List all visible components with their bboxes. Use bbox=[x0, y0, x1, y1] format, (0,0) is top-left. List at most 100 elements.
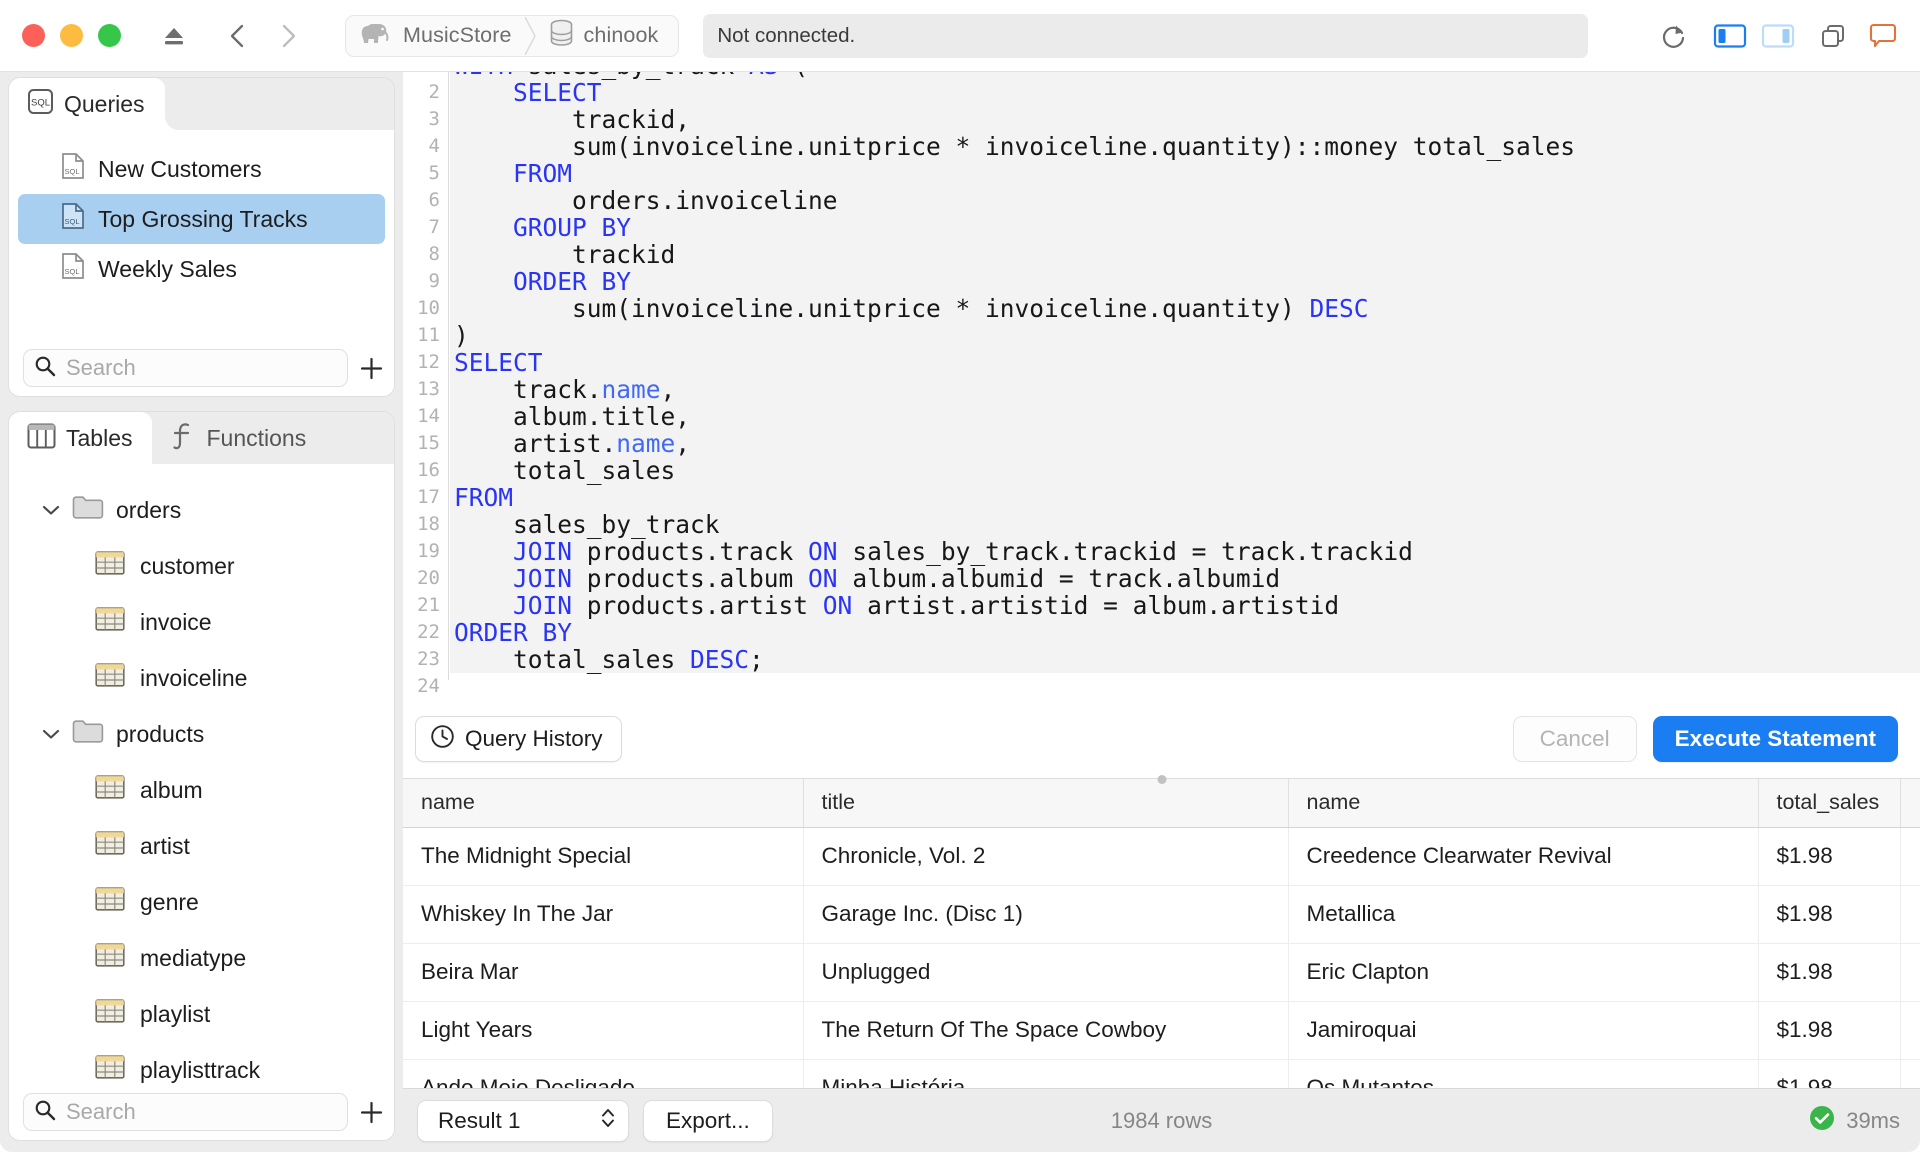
code-line[interactable]: GROUP BY bbox=[450, 214, 1920, 241]
tab-functions[interactable]: Functions bbox=[152, 412, 327, 464]
table-cell[interactable]: The Return Of The Space Cowboy bbox=[803, 1001, 1289, 1060]
query-history-button[interactable]: Query History bbox=[415, 716, 622, 762]
code-line[interactable]: ORDER BY bbox=[450, 619, 1920, 646]
table-cell[interactable]: $1.98 bbox=[1758, 827, 1901, 886]
tree-table-customer[interactable]: customer bbox=[9, 538, 394, 594]
tree-table-mediatype[interactable]: mediatype bbox=[9, 930, 394, 986]
export-button[interactable]: Export... bbox=[643, 1099, 773, 1142]
breadcrumb-item-server[interactable]: MusicStore bbox=[360, 15, 516, 57]
table-cell[interactable]: Light Years bbox=[403, 1001, 804, 1060]
table-cell[interactable]: Whiskey In The Jar bbox=[403, 885, 804, 944]
left-sidebar-toggle-icon[interactable] bbox=[1707, 13, 1753, 59]
tree-table-artist[interactable]: artist bbox=[9, 818, 394, 874]
queries-panel: SQL Queries SQL New Customers SQL Top Gr… bbox=[9, 78, 394, 396]
table-cell[interactable]: Chronicle, Vol. 2 bbox=[803, 827, 1289, 886]
back-button[interactable] bbox=[215, 13, 261, 59]
code-line[interactable]: orders.invoiceline bbox=[450, 187, 1920, 214]
right-sidebar-toggle-icon[interactable] bbox=[1755, 13, 1801, 59]
tree-table-playlist[interactable]: playlist bbox=[9, 986, 394, 1042]
tree-table-playlisttrack[interactable]: playlisttrack bbox=[9, 1042, 394, 1098]
zoom-window-button[interactable] bbox=[98, 24, 121, 47]
code-line[interactable]: sum(invoiceline.unitprice * invoiceline.… bbox=[450, 133, 1920, 160]
tab-tables[interactable]: Tables bbox=[9, 412, 168, 464]
sql-editor[interactable]: 123456789101112131415161718192021222324 … bbox=[403, 72, 1920, 700]
table-cell-spacer bbox=[1900, 943, 1920, 1002]
close-window-button[interactable] bbox=[22, 24, 45, 47]
table-cell[interactable]: The Midnight Special bbox=[403, 827, 804, 886]
tree-table-label: invoice bbox=[140, 608, 212, 635]
comment-icon[interactable] bbox=[1860, 13, 1906, 59]
minimize-window-button[interactable] bbox=[60, 24, 83, 47]
connection-status-bar[interactable]: Not connected. bbox=[703, 13, 1589, 58]
queries-search-input[interactable]: Search bbox=[23, 349, 348, 387]
duplicate-window-icon[interactable] bbox=[1811, 13, 1857, 59]
eject-icon[interactable] bbox=[151, 13, 197, 59]
table-cell[interactable]: Eric Clapton bbox=[1288, 943, 1759, 1002]
table-cell[interactable]: $1.98 bbox=[1758, 943, 1901, 1002]
code-line[interactable]: sum(invoiceline.unitprice * invoiceline.… bbox=[450, 295, 1920, 322]
table-cell[interactable]: Beira Mar bbox=[403, 943, 804, 1002]
table-cell[interactable]: Creedence Clearwater Revival bbox=[1288, 827, 1759, 886]
code-line[interactable] bbox=[450, 673, 1920, 700]
tree-table-invoiceline[interactable]: invoiceline bbox=[9, 650, 394, 706]
code-line[interactable]: trackid bbox=[450, 241, 1920, 268]
code-line[interactable]: JOIN products.track ON sales_by_track.tr… bbox=[450, 538, 1920, 565]
column-header-title[interactable]: title bbox=[803, 779, 1289, 828]
elephant-icon bbox=[360, 20, 394, 51]
code-line[interactable]: artist.name, bbox=[450, 430, 1920, 457]
split-divider-handle[interactable] bbox=[1139, 771, 1185, 787]
code-line[interactable]: total_sales bbox=[450, 457, 1920, 484]
line-number: 9 bbox=[428, 270, 440, 292]
table-cell[interactable]: Metallica bbox=[1288, 885, 1759, 944]
table-cell[interactable]: Unplugged bbox=[803, 943, 1289, 1002]
tab-queries[interactable]: SQL Queries bbox=[9, 78, 179, 130]
code-line[interactable]: track.name, bbox=[450, 376, 1920, 403]
tree-table-album[interactable]: album bbox=[9, 762, 394, 818]
table-row[interactable]: The Midnight Special Chronicle, Vol. 2 Cre… bbox=[403, 827, 1920, 886]
query-item-new-customers[interactable]: SQL New Customers bbox=[18, 144, 385, 194]
table-cell[interactable]: Jamiroquai bbox=[1288, 1001, 1759, 1060]
column-header-name-artist[interactable]: name bbox=[1288, 779, 1759, 828]
query-item-weekly-sales[interactable]: SQL Weekly Sales bbox=[18, 244, 385, 294]
column-header-total-sales[interactable]: total_sales bbox=[1758, 779, 1901, 828]
table-row[interactable]: Whiskey In The Jar Garage Inc. (Disc 1) Me… bbox=[403, 885, 1920, 944]
chevron-down-icon[interactable] bbox=[42, 728, 60, 740]
code-line[interactable]: SELECT bbox=[450, 79, 1920, 106]
table-cell[interactable]: $1.98 bbox=[1758, 1001, 1901, 1060]
refresh-icon[interactable] bbox=[1651, 13, 1697, 59]
breadcrumb-item-database[interactable]: chinook bbox=[548, 15, 663, 57]
code-line[interactable]: total_sales DESC; bbox=[450, 646, 1920, 673]
code-line[interactable]: ORDER BY bbox=[450, 268, 1920, 295]
code-line[interactable]: JOIN products.artist ON artist.artistid … bbox=[450, 592, 1920, 619]
query-item-top-grossing-tracks[interactable]: SQL Top Grossing Tracks bbox=[18, 194, 385, 244]
chevron-down-icon[interactable] bbox=[42, 504, 60, 516]
tables-search-input[interactable]: Search bbox=[23, 1093, 348, 1131]
folder-icon bbox=[72, 495, 104, 526]
tree-folder-products[interactable]: products bbox=[9, 706, 394, 762]
tree-folder-orders[interactable]: orders bbox=[9, 482, 394, 538]
code-line[interactable]: trackid, bbox=[450, 106, 1920, 133]
add-query-button[interactable] bbox=[356, 355, 386, 382]
code-line[interactable]: FROM bbox=[450, 160, 1920, 187]
table-cell[interactable]: Garage Inc. (Disc 1) bbox=[803, 885, 1289, 944]
sql-code[interactable]: WITH sales_by_track AS ( SELECT trackid,… bbox=[450, 72, 1920, 700]
result-selector[interactable]: Result 1 bbox=[417, 1099, 629, 1142]
tree-table-invoice[interactable]: invoice bbox=[9, 594, 394, 650]
code-line[interactable]: FROM bbox=[450, 484, 1920, 511]
code-line[interactable]: ) bbox=[450, 322, 1920, 349]
code-line[interactable]: SELECT bbox=[450, 349, 1920, 376]
code-line[interactable]: WITH sales_by_track AS ( bbox=[450, 72, 1920, 79]
table-cell-spacer bbox=[1900, 827, 1920, 886]
table-cell[interactable]: $1.98 bbox=[1758, 885, 1901, 944]
code-line[interactable]: JOIN products.album ON album.albumid = t… bbox=[450, 565, 1920, 592]
add-table-button[interactable] bbox=[356, 1099, 386, 1126]
forward-button[interactable] bbox=[265, 13, 311, 59]
tree-table-genre[interactable]: genre bbox=[9, 874, 394, 930]
tables-tree: orders customer invoice invoiceline prod… bbox=[9, 478, 394, 1098]
code-line[interactable]: album.title, bbox=[450, 403, 1920, 430]
code-line[interactable]: sales_by_track bbox=[450, 511, 1920, 538]
execute-statement-button[interactable]: Execute Statement bbox=[1652, 716, 1898, 762]
table-row[interactable]: Light Years The Return Of The Space Cowbo… bbox=[403, 1001, 1920, 1060]
column-header-name-track[interactable]: name bbox=[403, 779, 804, 828]
table-row[interactable]: Beira Mar Unplugged Eric Clapton $1.98 bbox=[403, 943, 1920, 1002]
